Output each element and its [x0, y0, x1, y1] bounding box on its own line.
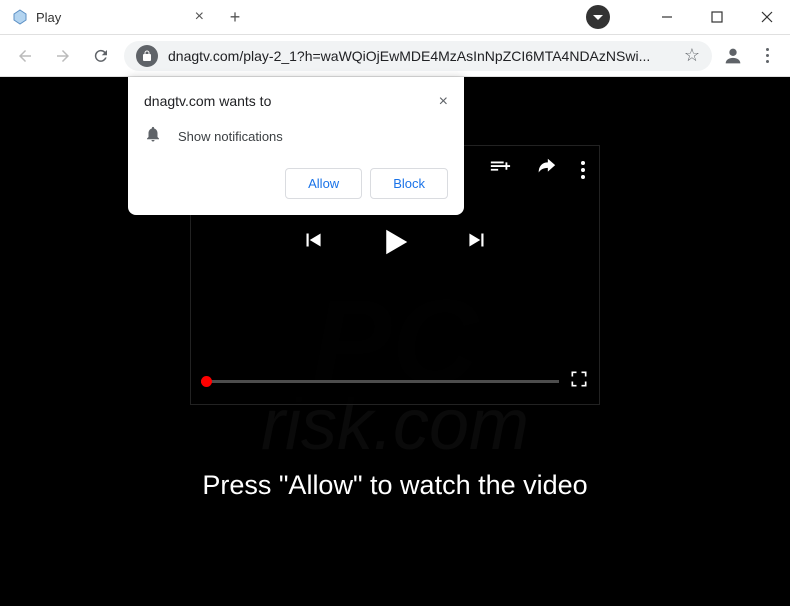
block-button[interactable]: Block — [370, 168, 448, 199]
minimize-button[interactable] — [644, 0, 690, 35]
tab-close-icon[interactable]: × — [191, 6, 208, 28]
back-button[interactable] — [10, 41, 40, 71]
next-track-icon[interactable] — [464, 227, 490, 258]
popup-message: Show notifications — [178, 129, 283, 144]
url-text: dnagtv.com/play-2_1?h=waWQiOjEwMDE4MzAsI… — [168, 48, 674, 64]
close-window-button[interactable] — [744, 0, 790, 35]
page-content: PC risk.com — [0, 77, 790, 606]
share-icon[interactable] — [535, 156, 557, 183]
allow-button[interactable]: Allow — [285, 168, 362, 199]
add-to-playlist-icon[interactable] — [489, 156, 511, 183]
player-bottom-controls — [201, 369, 589, 394]
titlebar: Play × + — [0, 0, 790, 35]
reload-button[interactable] — [86, 41, 116, 71]
window-controls — [586, 0, 790, 35]
notification-permission-popup: dnagtv.com wants to × Show notifications… — [128, 77, 464, 215]
lock-icon — [136, 45, 158, 67]
player-more-icon[interactable] — [581, 161, 585, 179]
maximize-button[interactable] — [694, 0, 740, 35]
popup-close-icon[interactable]: × — [439, 93, 448, 111]
browser-window: Play × + — [0, 0, 790, 606]
address-bar[interactable]: dnagtv.com/play-2_1?h=waWQiOjEwMDE4MzAsI… — [124, 41, 712, 71]
forward-button[interactable] — [48, 41, 78, 71]
bell-icon — [144, 125, 162, 148]
popup-title: dnagtv.com wants to — [144, 93, 271, 111]
instruction-text: Press "Allow" to watch the video — [0, 470, 790, 501]
fullscreen-icon[interactable] — [569, 369, 589, 394]
player-center-controls — [191, 221, 599, 263]
bookmark-star-icon[interactable]: ☆ — [684, 45, 700, 66]
previous-track-icon[interactable] — [300, 227, 326, 258]
progress-bar[interactable] — [201, 380, 559, 383]
tab-favicon-icon — [12, 9, 28, 25]
play-button[interactable] — [374, 221, 416, 263]
progress-thumb[interactable] — [201, 376, 212, 387]
menu-button[interactable] — [754, 48, 780, 63]
new-tab-button[interactable]: + — [220, 2, 250, 32]
toolbar: dnagtv.com/play-2_1?h=waWQiOjEwMDE4MzAsI… — [0, 35, 790, 77]
tab-title: Play — [36, 10, 183, 25]
profile-button[interactable] — [720, 43, 746, 69]
incognito-icon[interactable] — [586, 5, 610, 29]
browser-tab[interactable]: Play × — [0, 0, 220, 34]
